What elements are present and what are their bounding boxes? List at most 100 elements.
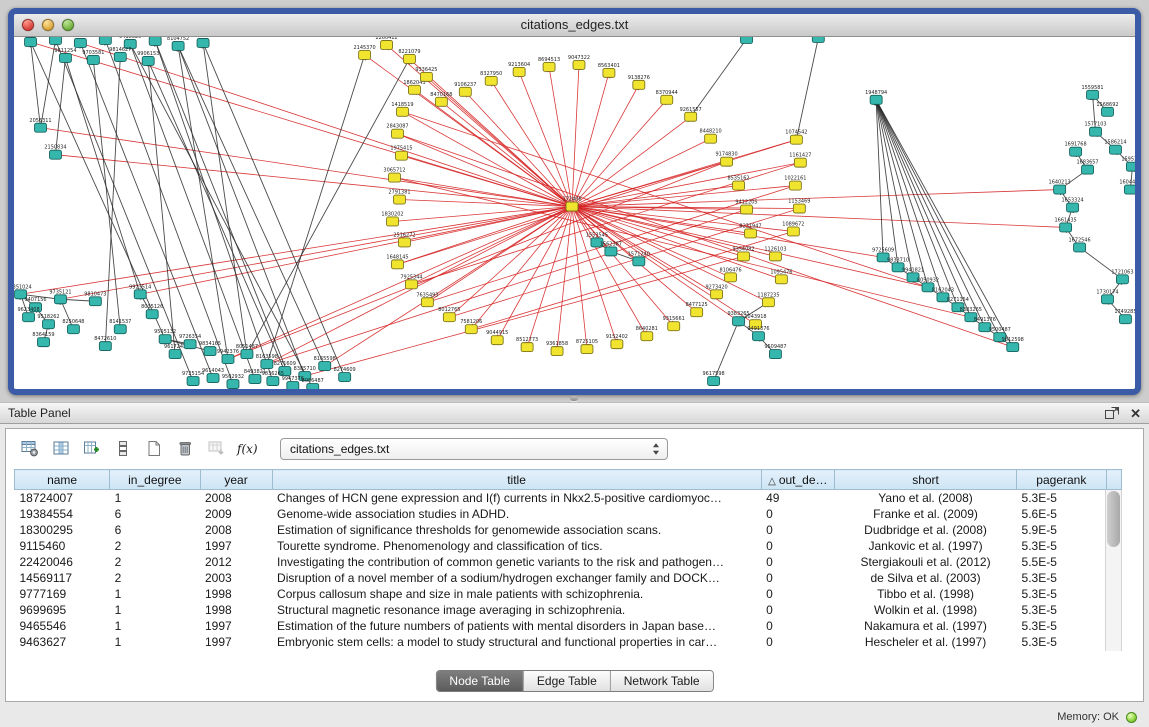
close-button[interactable] [22,19,34,31]
new-document-icon[interactable] [140,436,167,461]
graph-node[interactable]: 1721063 [1111,269,1133,283]
graph-node[interactable]: 9273420 [706,284,728,298]
graph-node[interactable]: 8216340 [192,37,214,47]
table-row[interactable]: 1938455462009Genome-wide association stu… [15,506,1122,522]
new-column-icon[interactable] [78,436,105,461]
graph-node[interactable]: 8725105 [576,339,598,353]
scrollbar-thumb[interactable] [1107,491,1120,547]
column-header-out_de[interactable]: △out_de… [761,470,834,490]
graph-node[interactable]: 1586214 [1104,140,1126,154]
graph-node[interactable]: 1640213 [1049,180,1071,194]
graph-node[interactable]: 8327950 [480,71,502,85]
column-header-title[interactable]: title [272,470,761,490]
graph-node[interactable]: 2145370 [354,45,376,59]
table-scrollbar[interactable] [1105,490,1122,651]
graph-node[interactable]: 8292157 [807,37,829,42]
graph-node[interactable]: 9507163 [144,37,166,45]
graph-node[interactable]: 9614043 [202,368,224,382]
table-row[interactable]: 946554611997Estimation of the future num… [15,618,1122,634]
graph-node[interactable]: 9044915 [486,330,508,344]
function-builder-icon[interactable]: f(x) [233,436,260,461]
graph-node[interactable]: 2056311 [29,118,51,132]
column-header-year[interactable]: year [200,470,272,490]
table-row[interactable]: 2242004622012Investigating the contribut… [15,554,1122,570]
table-row[interactable]: 977716911998Corpus callosum shape and si… [15,586,1122,602]
graph-node[interactable]: 2150834 [44,145,66,159]
graph-node[interactable]: 9810473 [84,291,106,305]
graph-node[interactable]: 8448210 [700,129,722,143]
table-row[interactable]: 1456911722003Disruption of a novel membe… [15,570,1122,586]
graph-node[interactable]: 8364159 [32,332,54,346]
graph-node[interactable]: 8056487 [302,378,324,389]
import-table-icon[interactable] [202,436,229,461]
graph-node[interactable]: 8640281 [636,326,658,340]
graph-node[interactable]: 8250648 [62,319,84,333]
table-row[interactable]: 1872400712008Changes of HCN gene express… [15,490,1122,507]
graph-node[interactable]: 8472610 [94,336,116,350]
column-header-short[interactable]: short [835,470,1017,490]
table-row[interactable]: 911546021997Tourette syndrome. Phenomeno… [15,538,1122,554]
graph-node[interactable]: 8221079 [398,49,420,63]
graph-node[interactable]: 1683657 [1076,160,1098,174]
table-settings-icon[interactable] [16,436,43,461]
tab-network-table[interactable]: Network Table [610,671,713,691]
table-source-dropdown[interactable]: citations_edges.txt [280,438,668,460]
network-canvas[interactable]: 1724061862043141851928430871975415306571… [14,37,1135,389]
graph-node[interactable]: 8563401 [598,63,620,77]
graph-node[interactable]: 2516272 [393,232,415,246]
tab-edge-table[interactable]: Edge Table [523,671,610,691]
close-panel-icon[interactable]: ✕ [1130,407,1141,420]
graph-node[interactable]: 8535162 [727,176,749,190]
graph-node[interactable]: 9055134 [19,37,41,46]
graph-node[interactable]: 9509487 [764,344,786,358]
graph-node[interactable]: 1126103 [764,246,786,260]
graph-node[interactable]: 9836265 [262,371,284,385]
table-row[interactable]: 1830029562008Estimation of significance … [15,522,1122,538]
graph-node[interactable]: 8512773 [516,337,538,351]
graph-node[interactable]: 9518262 [37,314,59,328]
float-panel-icon[interactable] [1104,406,1120,420]
graph-node[interactable]: 1568692 [1096,102,1118,116]
graph-node[interactable]: 1661435 [1055,217,1077,231]
graph-node[interactable]: 8141537 [109,319,131,333]
graph-node[interactable]: 8051487 [236,344,258,358]
graph-node[interactable]: 1595325 [1121,157,1135,171]
table-row[interactable]: 946362711997Embryonic stem cells: a mode… [15,634,1122,650]
graph-node[interactable]: 1830202 [381,211,403,225]
rows-icon[interactable] [109,436,136,461]
graph-node[interactable]: 1749285 [1114,309,1135,323]
graph-node[interactable]: 1604436 [1119,180,1135,194]
graph-node[interactable]: 8370944 [656,90,678,104]
graph-node[interactable]: 8183046 [735,37,757,43]
graph-node[interactable]: 9261557 [680,107,702,121]
graph-node[interactable]: 9106237 [454,82,476,96]
graph-node[interactable]: 3065712 [383,168,405,182]
minimize-button[interactable] [42,19,54,31]
graph-node[interactable]: 9923514 [129,284,151,298]
graph-node[interactable]: 9623408 [17,307,39,321]
tab-node-table[interactable]: Node Table [436,671,523,691]
table-row[interactable]: 969969511998Structural magnetic resonanc… [15,602,1122,618]
graph-node[interactable]: 9725154 [182,371,204,385]
graph-node[interactable]: 8035126 [141,304,163,318]
panel-resize-handle[interactable] [570,396,578,401]
graph-node[interactable]: 9152402 [606,334,628,348]
graph-node[interactable]: 9947376 [282,376,304,389]
graph-node[interactable]: 9138276 [628,75,650,89]
graph-node[interactable]: 1691768 [1065,142,1087,156]
delete-table-icon[interactable] [171,436,198,461]
graph-node[interactable]: 2260412 [375,37,397,49]
graph-node[interactable]: 1653324 [1062,198,1084,212]
graph-node[interactable]: 1948794 [865,90,887,104]
graph-node[interactable]: 9148603 [44,37,66,44]
graph-node[interactable]: 1577103 [1084,122,1106,136]
show-columns-icon[interactable] [47,436,74,461]
graph-node[interactable]: 1672546 [1068,237,1090,251]
graph-node[interactable]: 9491376 [747,326,769,340]
column-header-in_degree[interactable]: in_degree [110,470,200,490]
graph-node[interactable]: 8694513 [538,57,560,71]
graph-node[interactable]: 2791381 [388,190,410,204]
graph-node[interactable]: 8477125 [686,302,708,316]
graph-node[interactable]: 9321747 [94,37,116,44]
graph-node[interactable]: 9361858 [546,341,568,355]
